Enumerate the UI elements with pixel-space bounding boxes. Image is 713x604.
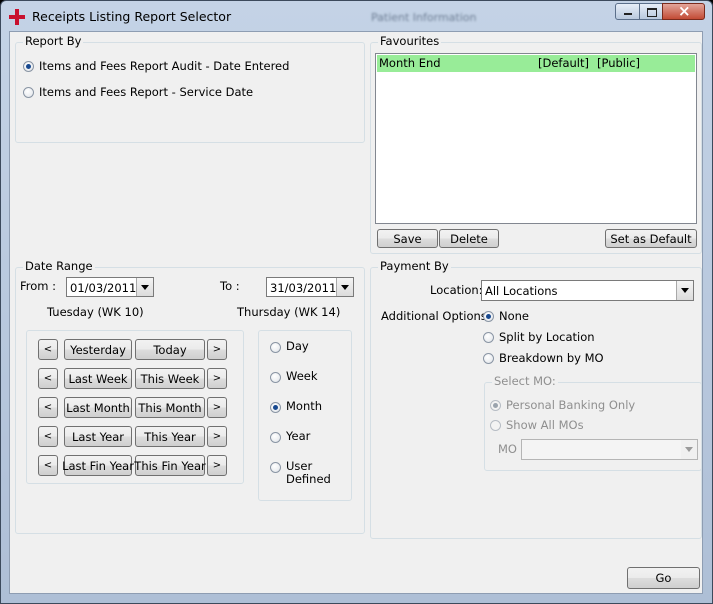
location-select[interactable]: All Locations — [481, 280, 694, 301]
favourite-default-flag: [Default] — [538, 56, 589, 70]
period-radio-0[interactable] — [270, 342, 281, 353]
set-as-default-button[interactable]: Set as Default — [605, 229, 697, 248]
option-none-label: None — [499, 309, 530, 323]
option-breakdown-by-mo[interactable]: Breakdown by MO — [483, 350, 604, 366]
date-range-title: Date Range — [23, 259, 95, 273]
maximize-button[interactable] — [639, 3, 663, 20]
title-bar[interactable]: Receipts Listing Report Selector Patient… — [1, 1, 712, 31]
from-day-of-week: Tuesday (WK 10) — [47, 305, 144, 319]
period-option-1[interactable]: Week — [270, 370, 318, 386]
personal-banking-only-option[interactable]: Personal Banking Only — [490, 397, 635, 413]
mo-select[interactable] — [521, 439, 698, 460]
report-selector-window: Receipts Listing Report Selector Patient… — [0, 0, 713, 604]
background-window-title: Patient Information — [371, 11, 477, 24]
report-by-service-label: Items and Fees Report - Service Date — [39, 85, 254, 99]
quick-0-current-period-button[interactable]: Today — [135, 339, 205, 360]
next-4-button[interactable]: > — [207, 455, 227, 476]
period-option-4[interactable]: User Defined — [270, 460, 331, 486]
dialog-client-area: Report By Items and Fees Report Audit - … — [9, 31, 703, 594]
favourite-row-month-end[interactable]: Month End [Default] [Public] — [377, 55, 695, 72]
option-split-label: Split by Location — [499, 330, 595, 344]
mo-dropdown-icon[interactable] — [681, 440, 697, 459]
location-value: All Locations — [485, 284, 558, 298]
from-label: From : — [20, 279, 57, 293]
quick-0-prev-period-button[interactable]: Yesterday — [64, 339, 132, 360]
from-date-dropdown-icon[interactable] — [136, 278, 153, 296]
prev-1-button[interactable]: < — [38, 368, 58, 389]
to-label: To : — [220, 279, 240, 293]
prev-0-button[interactable]: < — [38, 339, 58, 360]
period-label-1: Week — [286, 369, 318, 383]
report-by-audit-label: Items and Fees Report Audit - Date Enter… — [39, 59, 290, 73]
quick-3-prev-period-button[interactable]: Last Year — [64, 426, 132, 447]
report-by-title: Report By — [23, 34, 84, 48]
period-label-0: Day — [286, 339, 309, 353]
report-by-service-radio[interactable] — [23, 86, 34, 98]
to-day-of-week: Thursday (WK 14) — [237, 305, 341, 319]
mo-label: MO — [498, 442, 517, 456]
additional-options-label: Additional Options: — [381, 309, 491, 323]
period-radio-2[interactable] — [270, 402, 281, 413]
favourite-visibility: [Public] — [597, 56, 641, 70]
personal-banking-label: Personal Banking Only — [506, 398, 636, 412]
option-split-by-location[interactable]: Split by Location — [483, 329, 595, 345]
quick-1-prev-period-button[interactable]: Last Week — [64, 368, 132, 389]
location-dropdown-icon[interactable] — [676, 281, 693, 300]
to-date-picker[interactable]: 31/03/2011 — [266, 277, 354, 297]
favourite-name: Month End — [379, 56, 441, 70]
payment-by-title: Payment By — [378, 259, 451, 273]
personal-banking-radio[interactable] — [490, 399, 501, 411]
period-option-3[interactable]: Year — [270, 430, 310, 446]
period-radio-1[interactable] — [270, 372, 281, 383]
prev-3-button[interactable]: < — [38, 426, 58, 447]
period-option-0[interactable]: Day — [270, 340, 309, 356]
period-label-2: Month — [286, 399, 323, 413]
quick-2-prev-period-button[interactable]: Last Month — [64, 397, 132, 418]
favourites-title: Favourites — [378, 34, 442, 48]
next-1-button[interactable]: > — [207, 368, 227, 389]
next-0-button[interactable]: > — [207, 339, 227, 360]
period-radio-4[interactable] — [270, 462, 281, 473]
period-radio-3[interactable] — [270, 432, 281, 443]
quick-4-prev-period-button[interactable]: Last Fin Year — [62, 455, 134, 476]
quick-2-current-period-button[interactable]: This Month — [135, 397, 205, 418]
to-date-dropdown-icon[interactable] — [336, 278, 353, 296]
close-button[interactable]: × — [662, 2, 705, 20]
next-2-button[interactable]: > — [207, 397, 227, 418]
report-by-group: Report By Items and Fees Report Audit - … — [15, 34, 365, 143]
app-cross-icon — [9, 9, 25, 25]
report-by-audit-radio[interactable] — [23, 60, 34, 72]
from-date-value: 01/03/2011 — [70, 281, 137, 295]
period-label-3: Year — [286, 429, 311, 443]
option-none[interactable]: None — [483, 308, 529, 324]
report-by-audit-option[interactable]: Items and Fees Report Audit - Date Enter… — [23, 58, 289, 74]
favourites-list[interactable]: Month End [Default] [Public] — [375, 53, 697, 224]
period-option-2[interactable]: Month — [270, 400, 322, 416]
show-all-mos-option[interactable]: Show All MOs — [490, 417, 584, 433]
prev-4-button[interactable]: < — [38, 455, 58, 476]
quick-3-current-period-button[interactable]: This Year — [135, 426, 205, 447]
next-3-button[interactable]: > — [207, 426, 227, 447]
option-breakdown-label: Breakdown by MO — [499, 351, 604, 365]
select-mo-title: Select MO: — [492, 374, 558, 388]
from-date-picker[interactable]: 01/03/2011 — [66, 277, 154, 297]
window-title: Receipts Listing Report Selector — [32, 9, 232, 24]
option-none-radio[interactable] — [483, 310, 494, 322]
quick-1-current-period-button[interactable]: This Week — [135, 368, 205, 389]
period-label-4: User Defined — [286, 459, 331, 486]
show-all-mos-radio[interactable] — [490, 419, 501, 431]
option-split-radio[interactable] — [483, 331, 494, 343]
location-label: Location: — [430, 283, 483, 297]
show-all-mos-label: Show All MOs — [506, 418, 584, 432]
minimize-button[interactable] — [615, 3, 640, 20]
to-date-value: 31/03/2011 — [270, 281, 337, 295]
close-icon: × — [678, 2, 691, 20]
option-breakdown-radio[interactable] — [483, 352, 494, 364]
save-favourite-button[interactable]: Save — [377, 229, 438, 248]
go-button[interactable]: Go — [627, 567, 700, 589]
quick-4-current-period-button[interactable]: This Fin Year — [134, 455, 206, 476]
report-by-service-option[interactable]: Items and Fees Report - Service Date — [23, 84, 253, 100]
prev-2-button[interactable]: < — [38, 397, 58, 418]
delete-favourite-button[interactable]: Delete — [439, 229, 499, 248]
